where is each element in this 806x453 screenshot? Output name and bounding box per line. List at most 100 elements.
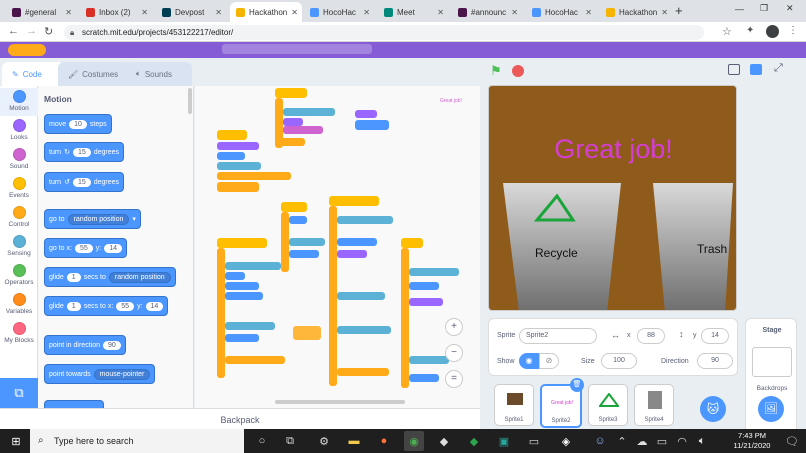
browser-tab[interactable]: Meet ✕: [378, 2, 450, 22]
secs-input[interactable]: 1: [66, 272, 81, 282]
show-visible-icon[interactable]: ◉: [519, 353, 539, 369]
green-flag-icon[interactable]: ⚑: [490, 63, 502, 79]
browser-tab[interactable]: #general ✕: [6, 2, 78, 22]
chrome-icon[interactable]: ◉: [404, 431, 424, 451]
chevron-up-icon[interactable]: ⌃: [612, 431, 632, 451]
sprite-tile[interactable]: Sprite3: [588, 384, 628, 426]
script-block[interactable]: [355, 120, 389, 130]
turn-right-block[interactable]: turn ↻ 15 degrees: [44, 142, 125, 162]
size-input[interactable]: 100: [601, 353, 637, 369]
script-block[interactable]: [281, 202, 307, 212]
script-block[interactable]: [283, 118, 303, 126]
point-towards-block[interactable]: point towards mouse-pointer: [44, 364, 156, 384]
script-block[interactable]: [293, 326, 321, 340]
script-block[interactable]: [355, 110, 377, 118]
battery-icon[interactable]: ▭: [652, 431, 672, 451]
palette-scrollbar[interactable]: [188, 88, 192, 114]
url-input[interactable]: 🔒︎ scratch.mit.edu/projects/453122217/ed…: [64, 25, 704, 40]
hide-icon[interactable]: ⊘: [539, 353, 559, 369]
secs-input[interactable]: 1: [66, 301, 81, 311]
script-block[interactable]: [409, 282, 439, 290]
script-block[interactable]: [337, 238, 377, 246]
category-control[interactable]: Control: [0, 204, 38, 232]
script-block[interactable]: [217, 162, 261, 170]
script-block[interactable]: [217, 152, 245, 160]
sprite-tile[interactable]: Sprite1: [494, 384, 534, 426]
script-block[interactable]: [289, 250, 319, 258]
browser-tab[interactable]: HocoHac ✕: [526, 2, 598, 22]
close-icon[interactable]: ✕: [291, 8, 298, 17]
tab-sounds[interactable]: 🔈︎ Sounds: [126, 62, 192, 86]
app-icon[interactable]: ◈: [556, 431, 576, 451]
script-block[interactable]: [337, 250, 367, 258]
scratch-logo[interactable]: [8, 44, 46, 56]
zoom-out-icon[interactable]: −: [445, 344, 463, 362]
close-icon[interactable]: ✕: [511, 8, 518, 17]
browser-tab[interactable]: HocoHac ✕: [304, 2, 376, 22]
sprite-tile[interactable]: Sprite4: [634, 384, 674, 426]
large-stage-icon[interactable]: [750, 64, 762, 75]
category-motion[interactable]: Motion: [0, 88, 38, 116]
script-block[interactable]: [283, 126, 323, 134]
script-block[interactable]: [225, 322, 275, 330]
stop-icon[interactable]: [512, 65, 524, 77]
script-block[interactable]: [337, 216, 393, 224]
x-input[interactable]: 88: [637, 328, 665, 344]
category-variables[interactable]: Variables: [0, 291, 38, 319]
tab-code[interactable]: ✎ Code: [2, 62, 64, 86]
add-extension-button[interactable]: ⧉: [0, 378, 38, 408]
script-block[interactable]: [329, 196, 379, 206]
add-backdrop-icon[interactable]: 🖼︎: [758, 396, 784, 422]
project-title-input[interactable]: [222, 44, 372, 54]
motion-block[interactable]: [44, 400, 104, 408]
script-block[interactable]: [225, 282, 259, 290]
maximize-button[interactable]: ❐: [760, 3, 768, 14]
close-icon[interactable]: ✕: [141, 8, 148, 17]
task-view-icon[interactable]: ⧉: [280, 431, 300, 451]
degrees-input[interactable]: 15: [72, 147, 91, 157]
script-block[interactable]: [217, 130, 247, 140]
trash-icon[interactable]: 🗑︎: [570, 378, 584, 392]
stage-canvas[interactable]: Great job! Recycle Trash: [488, 85, 737, 311]
app-icon[interactable]: ◆: [464, 431, 484, 451]
new-tab-button[interactable]: +: [675, 3, 683, 18]
sprite-name-input[interactable]: Sprite2: [519, 328, 597, 344]
cortana-icon[interactable]: ○: [252, 431, 272, 451]
settings-icon[interactable]: ⚙: [314, 431, 334, 451]
category-events[interactable]: Events: [0, 175, 38, 203]
script-block[interactable]: [225, 334, 259, 342]
app-icon[interactable]: ◆: [434, 431, 454, 451]
script-block[interactable]: [275, 88, 307, 98]
script-block[interactable]: [401, 248, 409, 388]
extensions-icon[interactable]: ✦: [746, 25, 754, 36]
cloud-icon[interactable]: ☁: [632, 431, 652, 451]
browser-tab[interactable]: Hackathon ✕: [600, 2, 672, 22]
notifications-icon[interactable]: 🗨︎: [782, 431, 802, 451]
target-dropdown[interactable]: random position: [67, 213, 130, 225]
close-icon[interactable]: ✕: [363, 8, 370, 17]
script-block[interactable]: [409, 298, 443, 306]
x-input[interactable]: 55: [116, 301, 135, 311]
close-icon[interactable]: ✕: [215, 8, 222, 17]
category-operators[interactable]: Operators: [0, 262, 38, 290]
taskbar-search-input[interactable]: ⌕ Type here to search: [30, 429, 244, 453]
degrees-input[interactable]: 15: [72, 177, 91, 187]
menu-icon[interactable]: ⋮: [788, 25, 798, 36]
close-window-button[interactable]: ✕: [786, 3, 794, 14]
script-block[interactable]: [217, 172, 291, 180]
script-block[interactable]: [337, 292, 385, 300]
zoom-reset-icon[interactable]: =: [445, 370, 463, 388]
direction-input[interactable]: 90: [102, 340, 121, 350]
script-block[interactable]: [225, 292, 263, 300]
script-block[interactable]: [217, 248, 225, 378]
sprite-tile-selected[interactable]: Great job! Sprite2 🗑︎: [540, 378, 584, 428]
bookmark-star-icon[interactable]: ☆: [722, 25, 732, 38]
direction-input[interactable]: 90: [697, 353, 733, 369]
back-icon[interactable]: ←: [8, 25, 19, 37]
x-input[interactable]: 55: [74, 243, 93, 253]
code-workspace[interactable]: Great job! + − =: [195, 86, 480, 408]
script-block[interactable]: [225, 262, 281, 270]
close-icon[interactable]: ✕: [437, 8, 444, 17]
script-block[interactable]: [409, 374, 439, 382]
wifi-icon[interactable]: ◠: [672, 431, 692, 451]
